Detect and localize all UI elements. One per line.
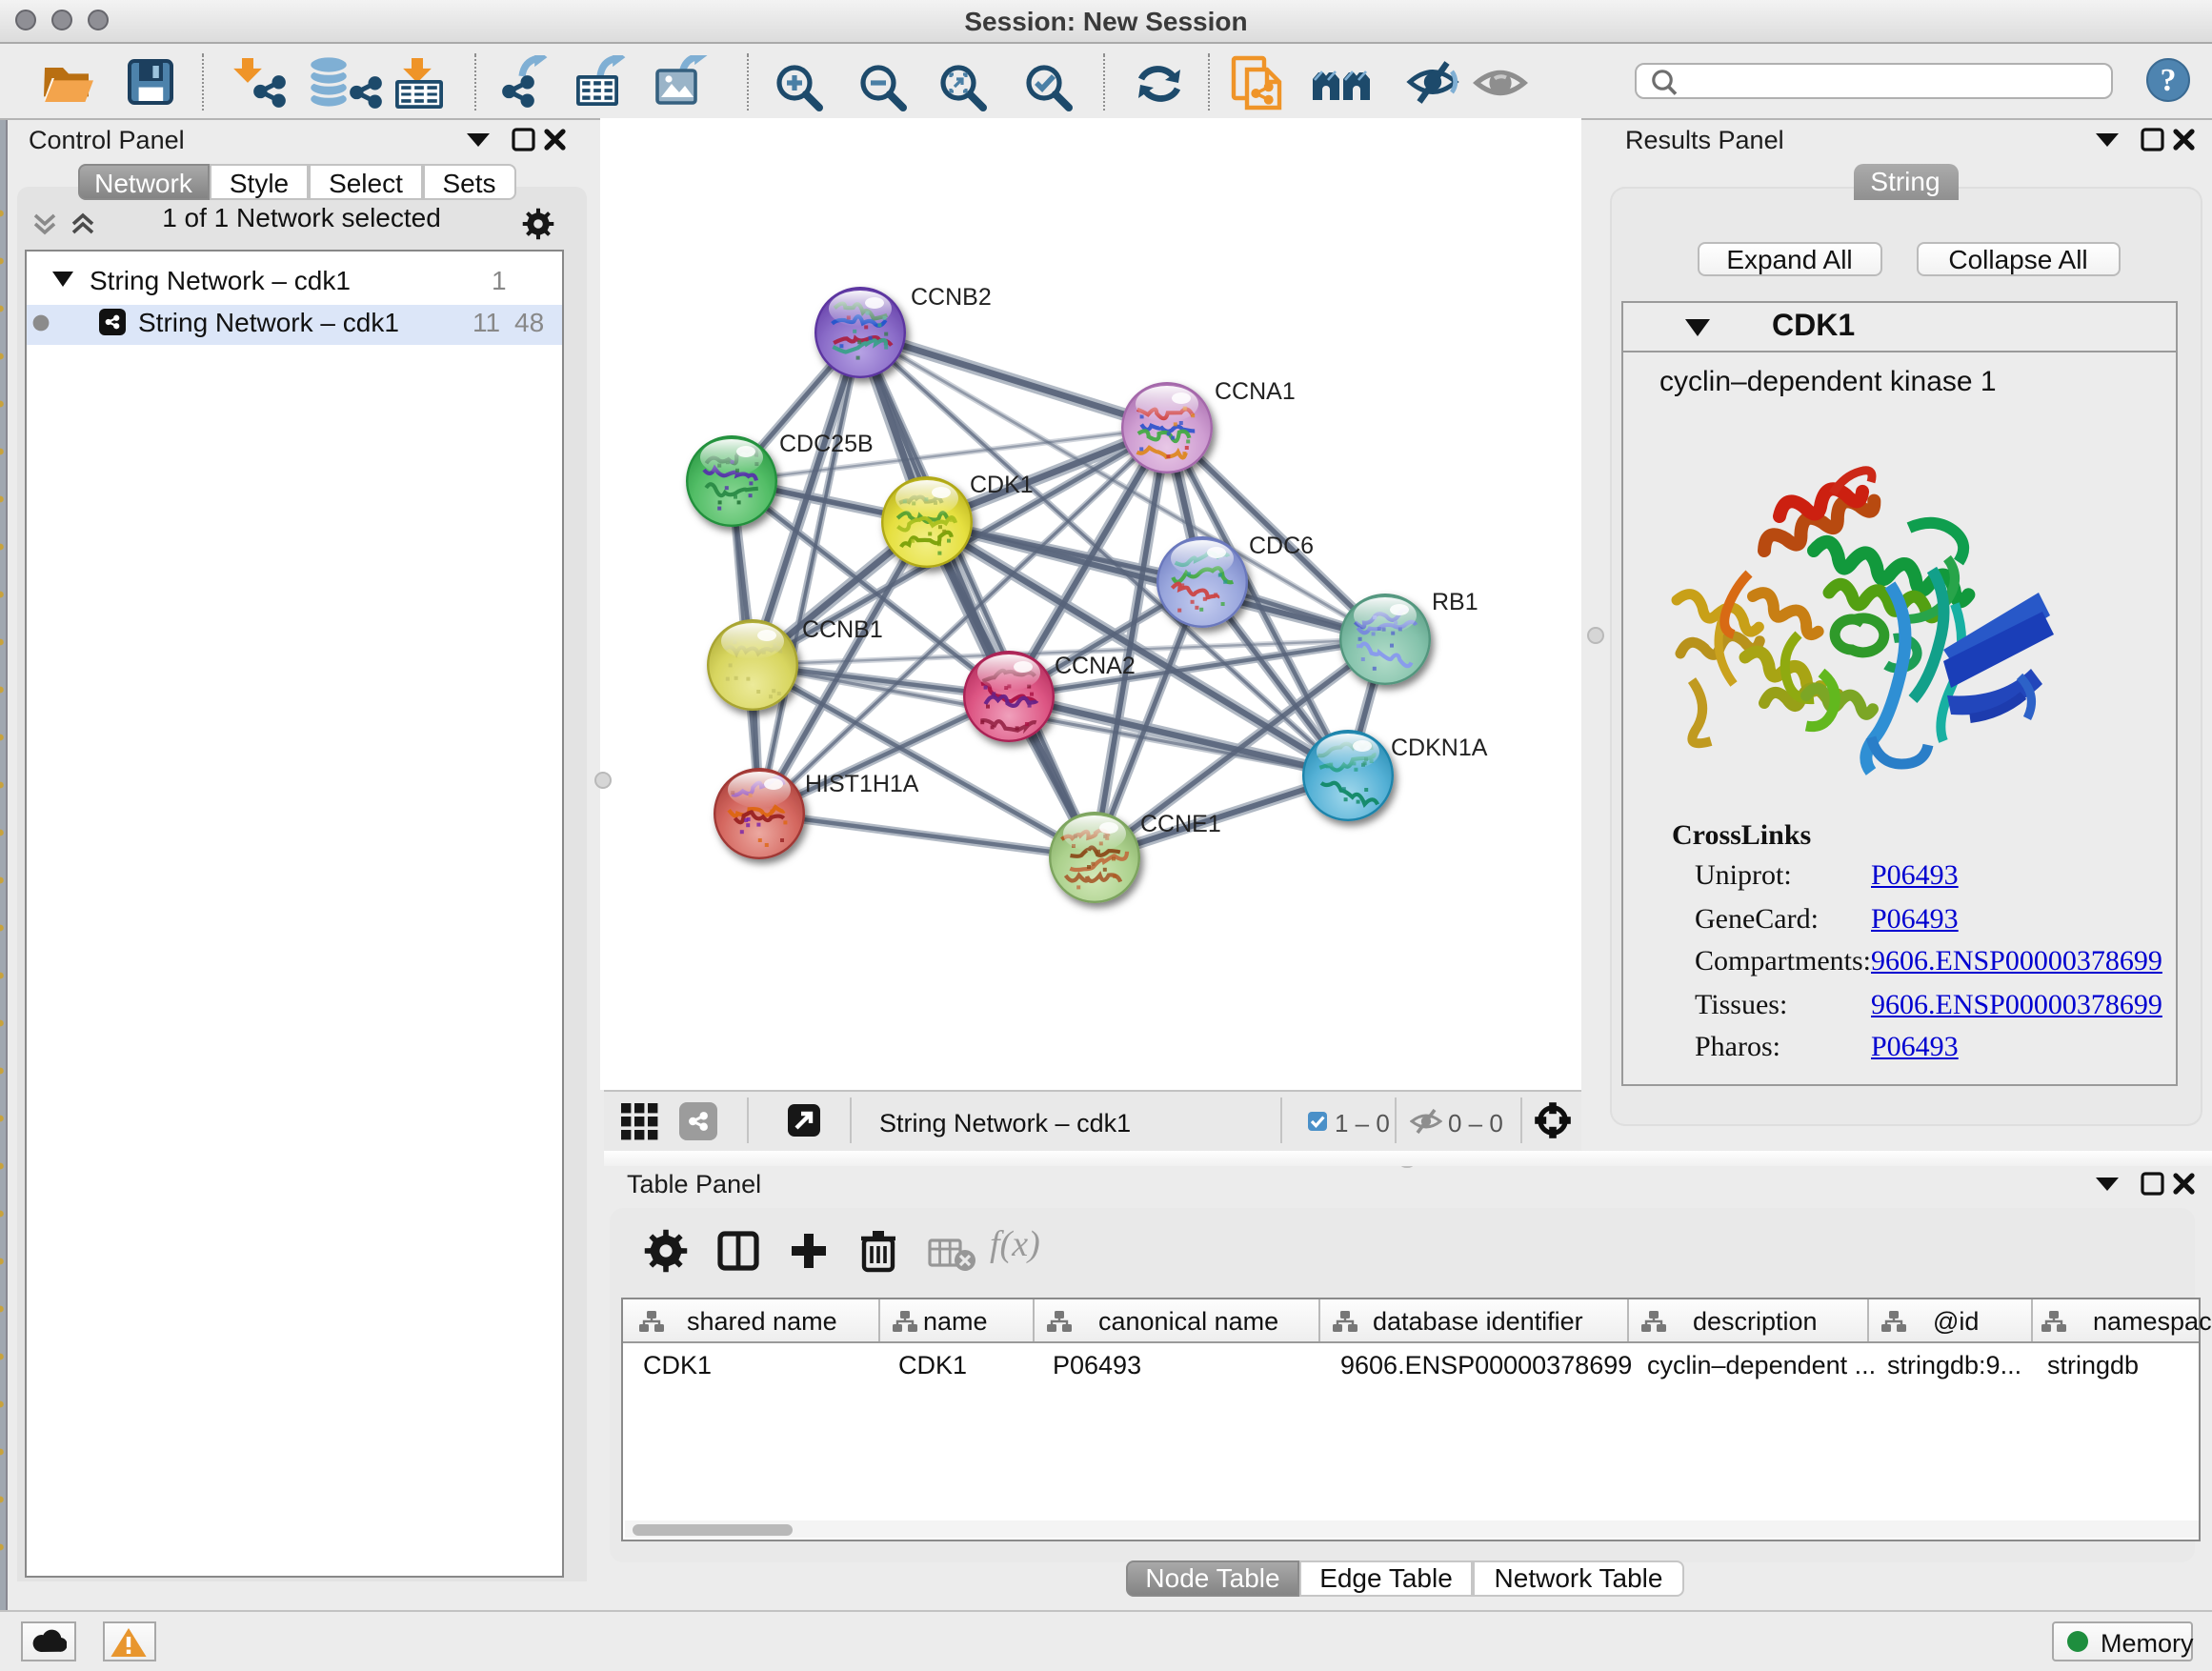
svg-text:CCNB2: CCNB2 [910, 284, 991, 311]
svg-text:CCNA2: CCNA2 [1054, 653, 1135, 679]
svg-text:HIST1H1A: HIST1H1A [804, 771, 918, 797]
svg-text:RB1: RB1 [1431, 589, 1478, 615]
svg-text:CCNE1: CCNE1 [1139, 811, 1220, 837]
svg-text:CDC25B: CDC25B [778, 431, 873, 457]
svg-text:CCNB1: CCNB1 [801, 616, 882, 643]
svg-text:CDKN1A: CDKN1A [1390, 735, 1487, 761]
svg-text:CDK1: CDK1 [969, 472, 1033, 498]
svg-text:CCNA1: CCNA1 [1214, 378, 1295, 405]
svg-text:?: ? [2161, 63, 2177, 98]
svg-text:CDC6: CDC6 [1248, 533, 1313, 559]
